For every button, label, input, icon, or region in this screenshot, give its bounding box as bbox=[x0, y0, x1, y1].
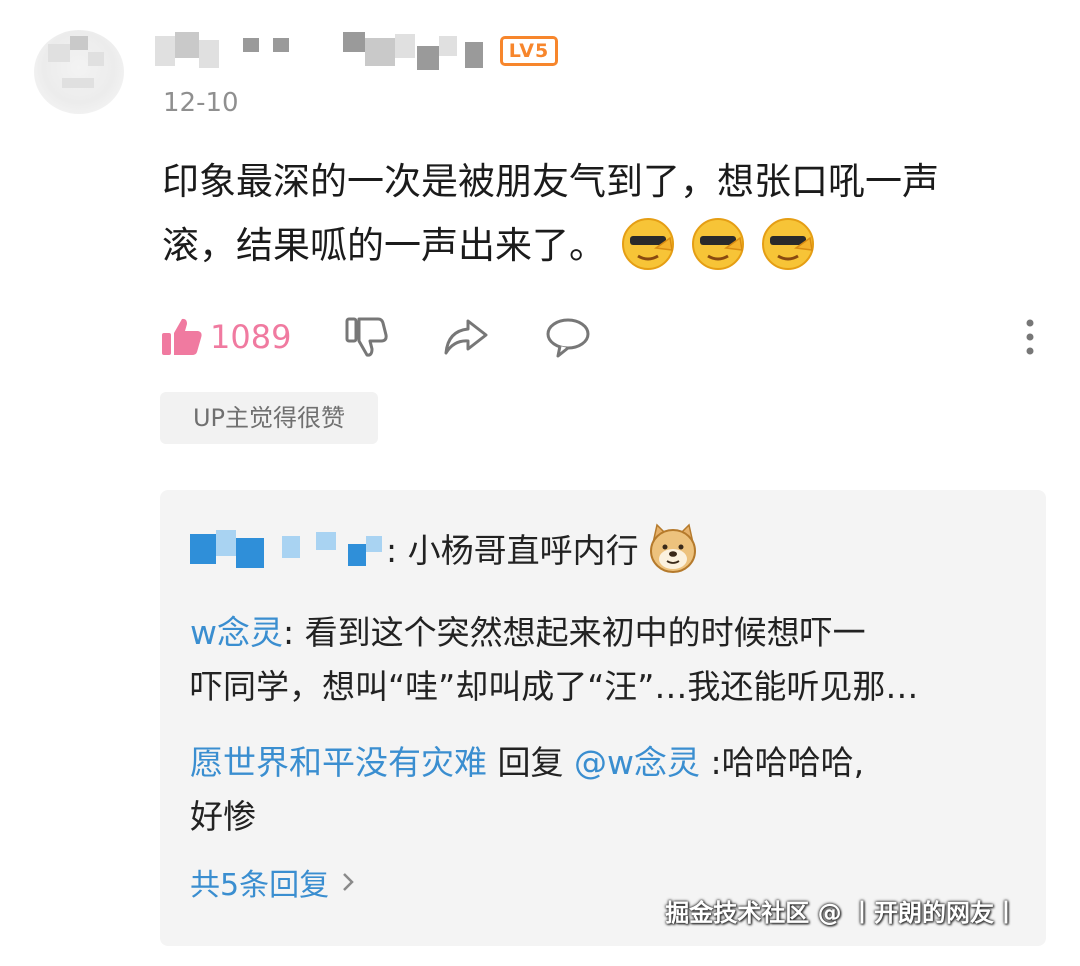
up-liked-tag: UP主觉得很赞 bbox=[160, 392, 378, 444]
reply-username-pixelated[interactable] bbox=[190, 529, 386, 568]
like-count: 1089 bbox=[210, 318, 292, 356]
reply-1-text: : 小杨哥直呼内行 bbox=[386, 531, 639, 570]
share-button[interactable] bbox=[442, 310, 490, 364]
thumbs-down-icon bbox=[345, 317, 388, 357]
user-avatar[interactable] bbox=[34, 30, 124, 114]
level-badge: LV5 bbox=[500, 36, 558, 66]
chevron-right-icon bbox=[343, 873, 354, 891]
reply-button[interactable] bbox=[544, 310, 592, 364]
comment-screen: LV5 12-10 印象最深的一次是被朋友气到了，想张口吼一声 滚，结果呱的一声… bbox=[0, 0, 1080, 966]
reply-2-text-1: : 看到这个突然想起来初中的时候想吓一 bbox=[283, 613, 866, 652]
reply-item-3[interactable]: 愿世界和平没有灾难 回复 @w念灵 :哈哈哈哈, 好惨 bbox=[190, 736, 1020, 844]
comment-text-line-2-content: 滚，结果呱的一声出来了。 bbox=[162, 224, 606, 267]
sunglasses-cool-emoji bbox=[692, 217, 744, 270]
source-watermark: 掘金技术社区 @ 丨开朗的网友丨 bbox=[665, 899, 1018, 927]
reply-3-line-2: 好惨 bbox=[190, 797, 256, 836]
thumbs-up-icon bbox=[162, 318, 202, 355]
comment-action-bar: 1089 bbox=[160, 310, 1040, 364]
view-all-replies-label: 共5条回复 bbox=[190, 868, 330, 903]
sunglasses-cool-emoji bbox=[622, 217, 674, 270]
reply-3-verb: 回复 bbox=[487, 743, 574, 782]
more-options-button[interactable] bbox=[1020, 310, 1040, 364]
reply-3-mention[interactable]: @w念灵 bbox=[574, 743, 700, 782]
comment-text-line-1: 印象最深的一次是被朋友气到了，想张口吼一声 bbox=[162, 160, 939, 203]
comment-body: 印象最深的一次是被朋友气到了，想张口吼一声 滚，结果呱的一声出来了。 bbox=[162, 150, 1062, 278]
reply-3-username[interactable]: 愿世界和平没有灾难 bbox=[190, 743, 487, 782]
comment-date: 12-10 bbox=[163, 88, 239, 118]
reply-item-2[interactable]: w念灵: 看到这个突然想起来初中的时候想吓一 吓同学，想叫“哇”却叫成了“汪”…… bbox=[190, 606, 1020, 714]
reply-3-text-1: :哈哈哈哈, bbox=[699, 743, 865, 782]
share-arrow-icon bbox=[444, 319, 488, 355]
replies-panel: : 小杨哥直呼内行 w念灵: 看到这个突然想起来初中的时候想吓一 吓同学，想叫“… bbox=[160, 490, 1046, 946]
comment-text-line-2: 滚，结果呱的一声出来了。 bbox=[162, 214, 1062, 278]
reply-3-line-1: 愿世界和平没有灾难 回复 @w念灵 :哈哈哈哈, bbox=[190, 736, 1020, 790]
doge-emoji bbox=[649, 523, 696, 573]
sunglasses-cool-emoji bbox=[762, 217, 814, 270]
reply-2-username[interactable]: w念灵 bbox=[190, 613, 283, 652]
dislike-button[interactable] bbox=[344, 310, 388, 364]
like-button[interactable]: 1089 bbox=[160, 310, 291, 364]
reply-2-line-1: w念灵: 看到这个突然想起来初中的时候想吓一 bbox=[190, 606, 1020, 660]
reply-item-1[interactable]: : 小杨哥直呼内行 bbox=[190, 523, 1020, 579]
more-vertical-icon bbox=[1026, 319, 1034, 355]
reply-2-line-2: 吓同学，想叫“哇”却叫成了“汪”…我还能听见那… bbox=[190, 667, 919, 706]
comment-bubble-icon bbox=[546, 318, 590, 358]
view-all-replies-link[interactable]: 共5条回复 bbox=[190, 860, 355, 904]
username-pixelated[interactable] bbox=[155, 32, 495, 72]
